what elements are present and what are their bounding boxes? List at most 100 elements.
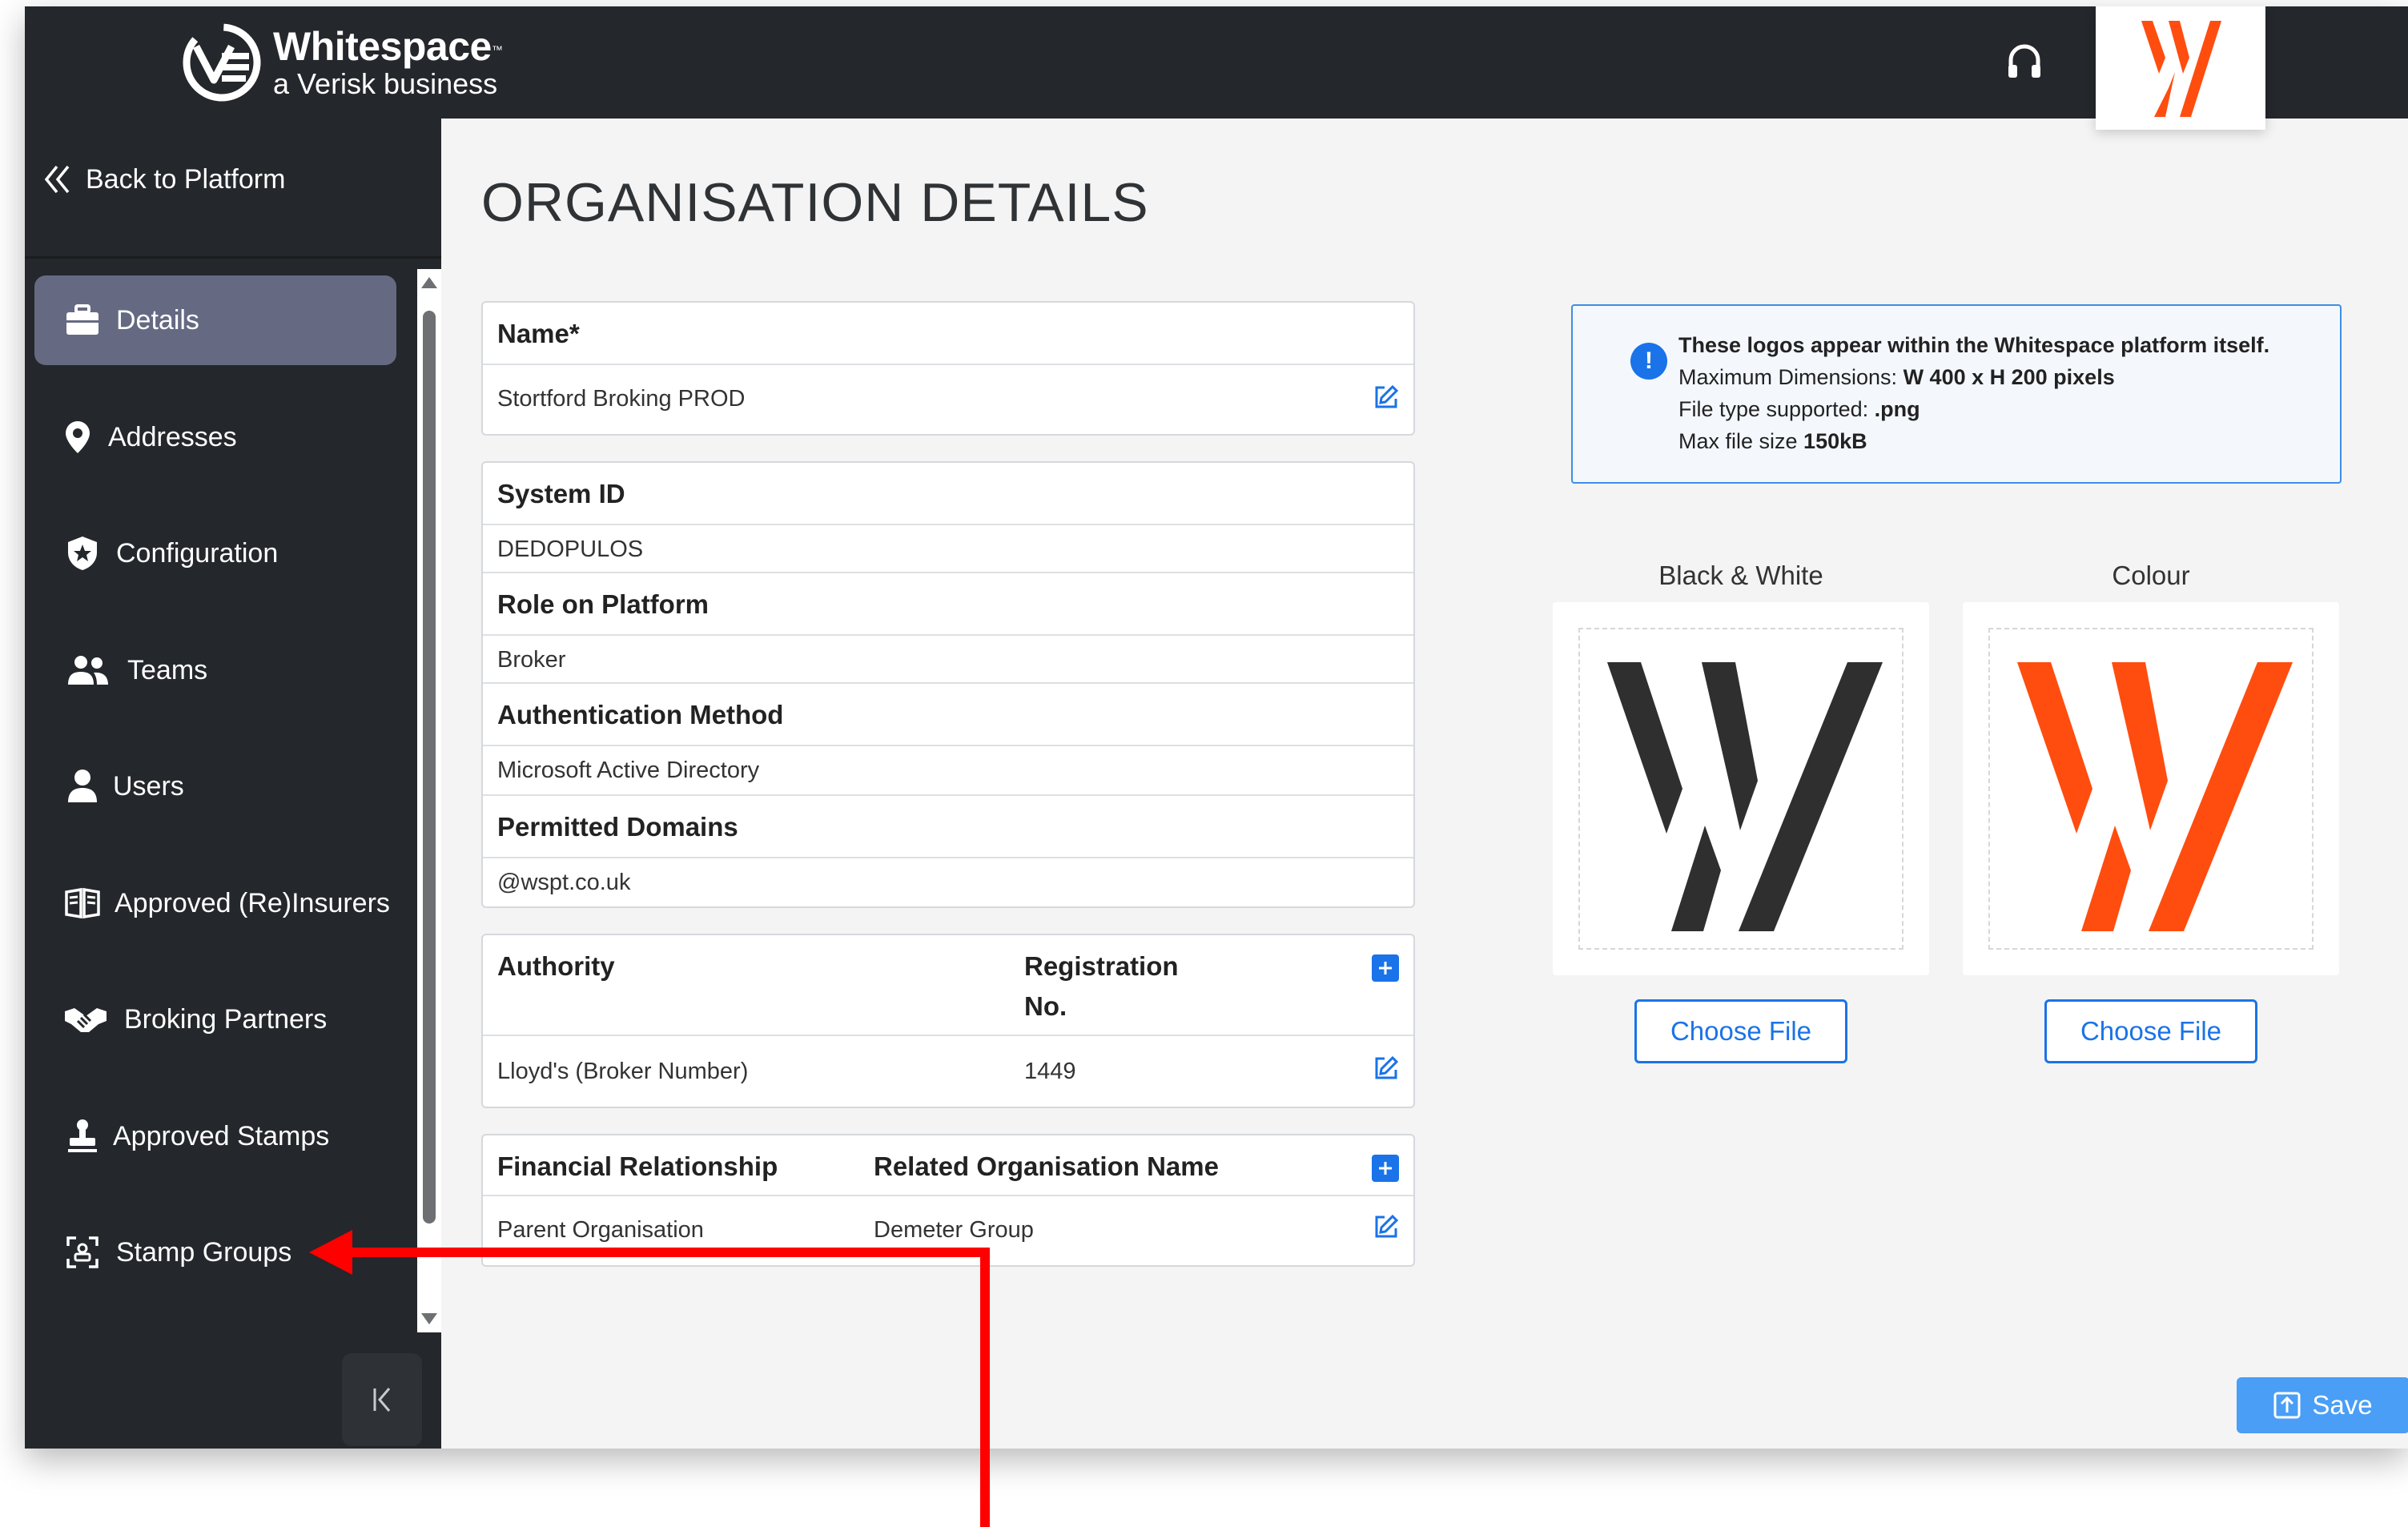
sidebar-item-label: Details <box>116 304 199 336</box>
divider <box>483 634 1413 636</box>
handshake-icon <box>63 1000 108 1039</box>
sidebar-nav: Details Addresses Configuration Teams Us… <box>25 271 417 1332</box>
name-card: Name* Stortford Broking PROD <box>481 301 1415 436</box>
bw-logo-label: Black & White <box>1658 561 1823 590</box>
sidebar-item-approved-reinsurers[interactable]: Approved (Re)Insurers <box>34 858 396 948</box>
edit-name-button[interactable] <box>1370 381 1402 413</box>
name-value: Stortford Broking PROD <box>497 386 746 412</box>
colour-logo-label: Colour <box>2112 561 2190 590</box>
details-card: System ID DEDOPULOS Role on Platform Bro… <box>481 461 1415 908</box>
logo-info-box: ! These logos appear within the Whitespa… <box>1571 304 2342 484</box>
divider <box>483 1195 1413 1196</box>
edit-authority-button[interactable] <box>1370 1052 1402 1084</box>
organisation-logo-icon <box>2141 21 2221 117</box>
bw-choose-file-button[interactable]: Choose File <box>1634 999 1847 1063</box>
colour-logo-panel <box>1963 602 2339 975</box>
divider <box>483 682 1413 684</box>
sidebar-item-stamp-groups[interactable]: Stamp Groups <box>34 1208 396 1297</box>
brand-name: Whitespace™ <box>273 24 503 69</box>
sidebar-item-label: Configuration <box>116 537 279 569</box>
back-to-platform-label: Back to Platform <box>86 163 286 195</box>
divider <box>483 572 1413 573</box>
collapse-left-icon <box>373 1388 391 1412</box>
divider <box>483 794 1413 796</box>
bw-logo-image <box>1607 662 1883 931</box>
financial-relationship-value: Parent Organisation <box>497 1217 704 1243</box>
scroll-down-arrow-icon[interactable] <box>421 1313 437 1324</box>
headset-icon <box>2008 44 2040 78</box>
permitted-domains-label: Permitted Domains <box>497 812 738 842</box>
registration-value: 1449 <box>1024 1059 1076 1084</box>
upload-icon <box>2273 1392 2301 1419</box>
divider <box>483 524 1413 525</box>
info-exclamation-icon: ! <box>1630 343 1667 380</box>
authority-header: Authority <box>497 951 615 981</box>
sidebar: Back to Platform Details Addresses Confi… <box>25 119 441 1449</box>
sidebar-item-users[interactable]: Users <box>34 741 396 831</box>
colour-logo-dropzone[interactable] <box>1988 628 2314 950</box>
role-label: Role on Platform <box>497 589 710 619</box>
plus-icon <box>1379 962 1392 974</box>
support-button[interactable] <box>2002 38 2047 86</box>
sidebar-item-broking-partners[interactable]: Broking Partners <box>34 974 396 1064</box>
registration-header-line2: No. <box>1024 991 1067 1021</box>
sidebar-item-configuration[interactable]: Configuration <box>34 508 396 598</box>
sidebar-item-label: Addresses <box>108 421 237 452</box>
app-window: Whitespace™ a Verisk business Back to Pl… <box>25 6 2408 1449</box>
auth-method-value: Microsoft Active Directory <box>497 757 760 783</box>
info-line-2: Maximum Dimensions: W 400 x H 200 pixels <box>1678 365 2115 389</box>
sidebar-item-approved-stamps[interactable]: Approved Stamps <box>34 1091 396 1181</box>
edit-icon <box>1375 1055 1399 1079</box>
double-chevron-left-icon <box>44 165 70 194</box>
back-to-platform-link[interactable]: Back to Platform <box>44 157 285 202</box>
info-line-4: Max file size 150kB <box>1678 429 1867 453</box>
book-icon <box>63 884 102 922</box>
info-line-3: File type supported: .png <box>1678 397 1920 421</box>
scan-group-icon <box>63 1233 102 1272</box>
system-id-value: DEDOPULOS <box>497 536 644 562</box>
add-financial-button[interactable] <box>1372 1155 1399 1182</box>
sidebar-item-label: Broking Partners <box>124 1003 328 1035</box>
add-authority-button[interactable] <box>1372 954 1399 982</box>
related-org-value: Demeter Group <box>874 1217 1034 1243</box>
scroll-up-arrow-icon[interactable] <box>421 277 437 288</box>
sidebar-item-label: Approved Stamps <box>113 1120 330 1151</box>
brand-subtitle: a Verisk business <box>273 67 498 100</box>
whitespace-logo-icon <box>183 23 261 102</box>
shield-star-icon <box>63 534 102 573</box>
divider <box>483 1035 1413 1036</box>
collapse-sidebar-button[interactable] <box>342 1353 422 1446</box>
edit-icon <box>1375 1214 1399 1238</box>
sidebar-item-label: Users <box>113 770 184 802</box>
main-content: ORGANISATION DETAILS Name* Stortford Bro… <box>441 119 2408 1449</box>
edit-financial-button[interactable] <box>1370 1211 1402 1243</box>
top-header: Whitespace™ a Verisk business <box>25 6 2408 130</box>
sidebar-scrollbar[interactable] <box>417 269 441 1332</box>
colour-choose-file-button[interactable]: Choose File <box>2044 999 2257 1063</box>
bw-logo-panel <box>1553 602 1929 975</box>
financial-relationship-header: Financial Relationship <box>497 1151 778 1181</box>
save-button[interactable]: Save <box>2237 1377 2408 1433</box>
sidebar-item-label: Stamp Groups <box>116 1236 292 1268</box>
bw-logo-dropzone[interactable] <box>1578 628 1903 950</box>
sidebar-item-addresses[interactable]: Addresses <box>34 392 396 482</box>
related-org-header: Related Organisation Name <box>874 1151 1219 1181</box>
auth-method-label: Authentication Method <box>497 700 784 729</box>
name-label: Name* <box>497 319 580 348</box>
divider <box>483 745 1413 746</box>
info-line-1: These logos appear within the Whitespace… <box>1678 333 2270 357</box>
registration-header: Registration <box>1024 951 1179 981</box>
sidebar-item-details[interactable]: Details <box>34 275 396 365</box>
authority-value: Lloyd's (Broker Number) <box>497 1059 749 1084</box>
users-icon <box>63 651 111 689</box>
divider <box>483 857 1413 858</box>
system-id-label: System ID <box>497 479 625 508</box>
permitted-domains-value: @wspt.co.uk <box>497 870 631 895</box>
page-title: ORGANISATION DETAILS <box>481 172 1149 233</box>
edit-icon <box>1375 384 1399 408</box>
brand-logo[interactable]: Whitespace™ a Verisk business <box>182 21 503 104</box>
scrollbar-thumb[interactable] <box>423 311 436 1224</box>
colour-logo-image <box>2017 662 2293 931</box>
organisation-logo[interactable] <box>2096 6 2265 130</box>
sidebar-item-teams[interactable]: Teams <box>34 625 396 715</box>
